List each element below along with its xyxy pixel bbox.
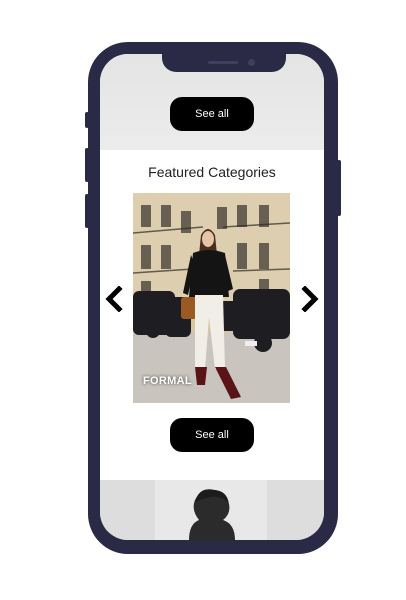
- avatar: [155, 480, 267, 540]
- phone-notch: [162, 54, 286, 72]
- chevron-left-icon[interactable]: [103, 285, 125, 313]
- front-camera: [248, 59, 255, 66]
- bottom-section: [100, 480, 324, 540]
- featured-categories-title: Featured Categories: [148, 164, 276, 180]
- speaker-grille: [208, 61, 238, 64]
- category-label: FORMAL: [143, 375, 192, 387]
- phone-screen: See all Featured Categories FORMAL See a…: [100, 54, 324, 540]
- see-all-button-featured[interactable]: See all: [170, 418, 254, 452]
- category-photo: [133, 193, 290, 403]
- chevron-right-icon[interactable]: [299, 285, 321, 313]
- see-all-button-top[interactable]: See all: [170, 97, 254, 131]
- category-image[interactable]: FORMAL: [133, 193, 290, 403]
- user-silhouette-icon: [189, 489, 235, 540]
- phone-frame: See all Featured Categories FORMAL See a…: [88, 42, 338, 554]
